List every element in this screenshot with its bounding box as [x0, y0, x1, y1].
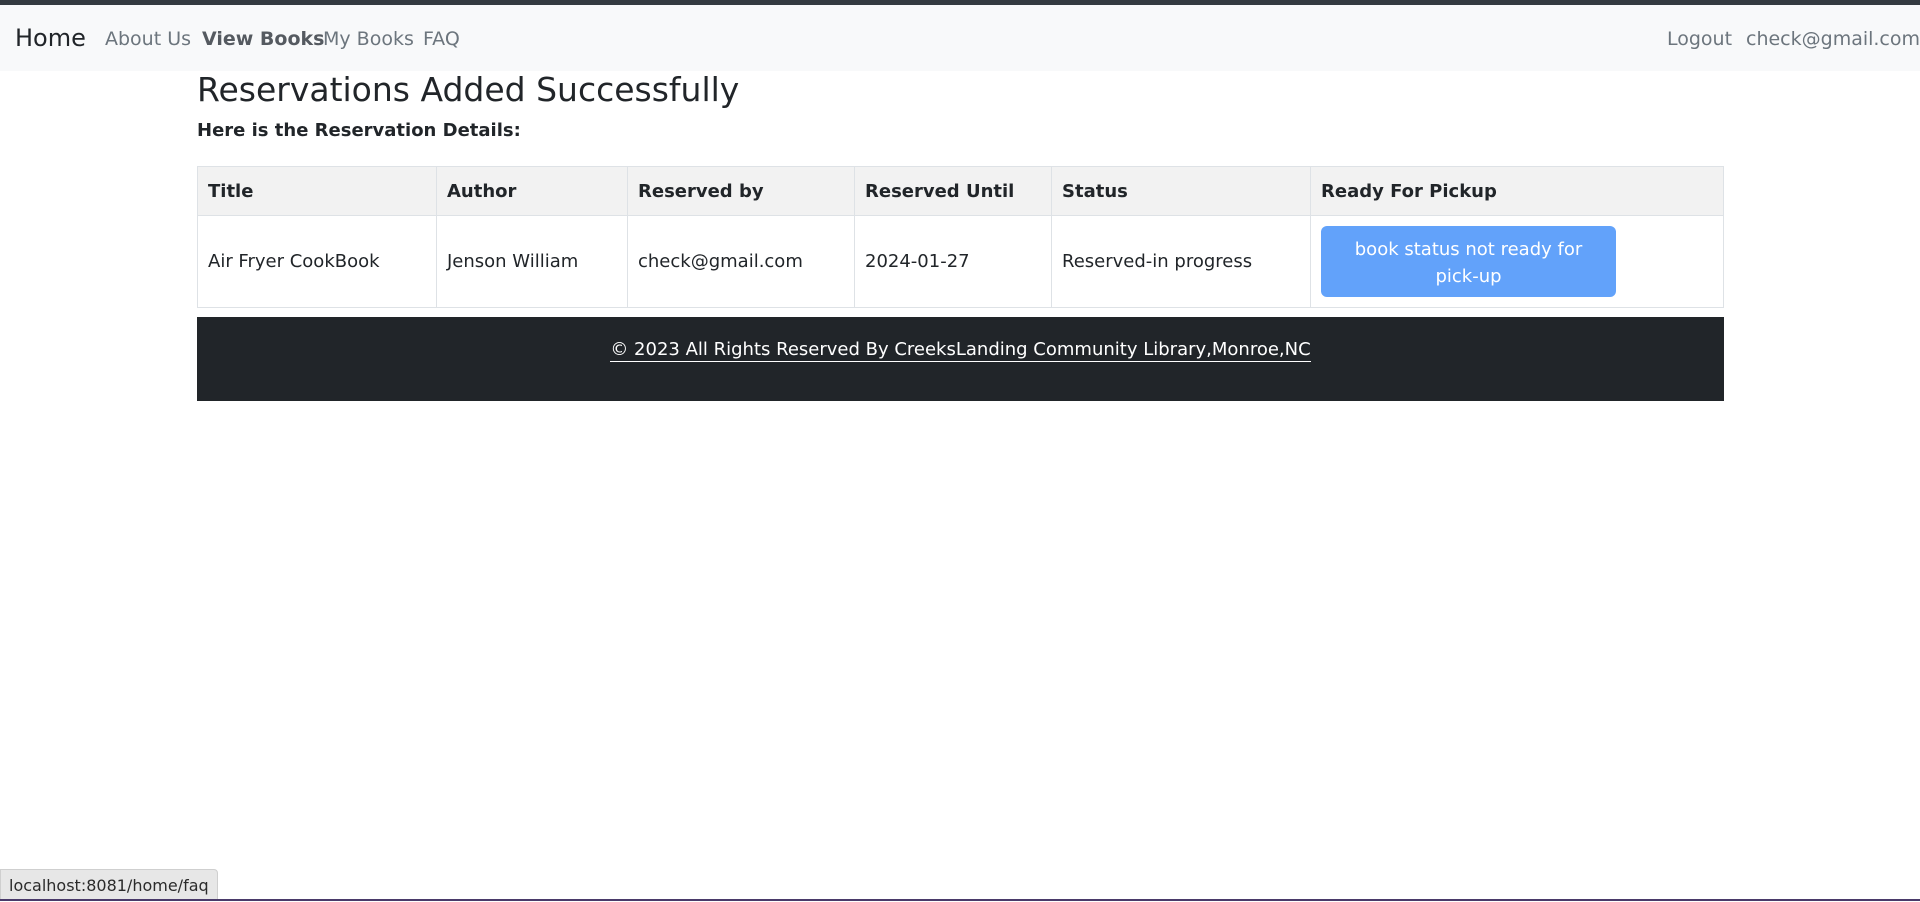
cell-author: Jenson William: [436, 215, 628, 308]
nav-link-faq[interactable]: FAQ: [423, 28, 460, 50]
column-header-author: Author: [436, 166, 628, 216]
nav-brand-home[interactable]: Home: [15, 24, 86, 52]
column-header-title: Title: [197, 166, 437, 216]
table-header-row: Title Author Reserved by Reserved Until …: [197, 166, 1724, 216]
page-title: Reservations Added Successfully: [197, 70, 740, 109]
column-header-ready-for-pickup: Ready For Pickup: [1310, 166, 1724, 216]
cell-ready-for-pickup: book status not ready for pick-up: [1310, 215, 1724, 308]
cell-reserved-by: check@gmail.com: [627, 215, 855, 308]
footer-copyright-link[interactable]: © 2023 All Rights Reserved By CreeksLand…: [610, 339, 1311, 362]
cell-book-title: Air Fryer CookBook: [197, 215, 437, 308]
browser-status-url: localhost:8081/home/faq: [0, 869, 218, 901]
navbar: Home About Us View Books My Books FAQ Lo…: [0, 5, 1920, 71]
footer-text-container: © 2023 All Rights Reserved By CreeksLand…: [197, 339, 1724, 362]
pickup-status-button[interactable]: book status not ready for pick-up: [1321, 226, 1616, 297]
column-header-reserved-until: Reserved Until: [854, 166, 1052, 216]
reservation-table: Title Author Reserved by Reserved Until …: [197, 166, 1724, 308]
nav-link-view-books[interactable]: View Books: [202, 28, 324, 50]
footer: © 2023 All Rights Reserved By CreeksLand…: [197, 317, 1724, 401]
nav-link-logout[interactable]: Logout: [1667, 28, 1732, 50]
column-header-reserved-by: Reserved by: [627, 166, 855, 216]
cell-reserved-until: 2024-01-27: [854, 215, 1052, 308]
table-row: Air Fryer CookBook Jenson William check@…: [197, 215, 1724, 308]
nav-user-email[interactable]: check@gmail.com: [1746, 28, 1920, 50]
nav-link-about-us[interactable]: About Us: [105, 28, 191, 50]
cell-status: Reserved-in progress: [1051, 215, 1311, 308]
column-header-status: Status: [1051, 166, 1311, 216]
page-subtitle: Here is the Reservation Details:: [197, 120, 521, 141]
nav-link-my-books[interactable]: My Books: [323, 28, 414, 50]
